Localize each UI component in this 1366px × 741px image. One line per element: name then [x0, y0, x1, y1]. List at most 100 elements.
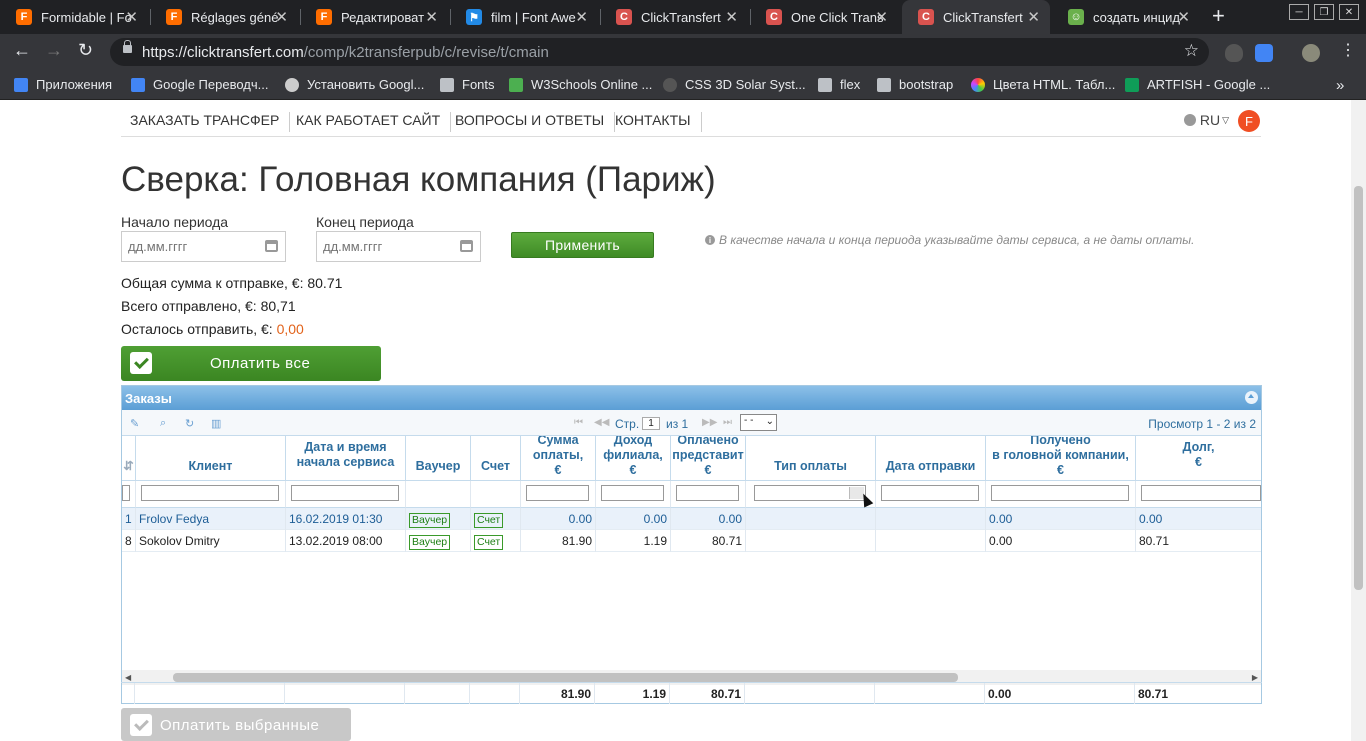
bookmark-item[interactable]: flex [818, 77, 860, 92]
browser-tab[interactable]: C ClickTransfert ✕ [600, 0, 748, 34]
page-scroll-thumb[interactable] [1354, 186, 1363, 590]
url-text[interactable]: https://clicktransfert.com/comp/k2transf… [142, 44, 549, 61]
col-paytype[interactable]: Тип оплаты [746, 436, 876, 481]
start-date-field[interactable] [121, 231, 286, 262]
filter-received-input[interactable] [991, 485, 1129, 501]
close-tab-icon[interactable]: ✕ [575, 8, 588, 26]
bookmark-item[interactable]: bootstrap [877, 77, 953, 92]
browser-tab[interactable]: F Редактироват ✕ [300, 0, 448, 34]
last-page-icon[interactable]: ⏭ [723, 417, 732, 428]
col-paid[interactable]: Оплачено представит € [671, 436, 746, 481]
bookmark-item[interactable]: CSS 3D Solar Syst... [663, 77, 806, 92]
close-tab-icon[interactable]: ✕ [275, 8, 288, 26]
close-tab-icon[interactable]: ✕ [125, 8, 138, 26]
filter-datetime-input[interactable] [291, 485, 399, 501]
browser-tab[interactable]: C One Click Trans ✕ [750, 0, 898, 34]
address-bar[interactable]: https://clicktransfert.com/comp/k2transf… [110, 38, 1209, 66]
close-tab-icon[interactable]: ✕ [725, 8, 738, 26]
close-window-icon[interactable]: ✕ [1339, 4, 1359, 20]
close-tab-icon[interactable]: ✕ [1177, 8, 1190, 26]
start-date-input[interactable] [122, 232, 252, 260]
browser-tab[interactable]: ⚑ film | Font Awe ✕ [450, 0, 598, 34]
browser-tab[interactable]: F Réglages géné ✕ [150, 0, 298, 34]
language-selector[interactable]: RU ▽ [1183, 112, 1229, 128]
col-income[interactable]: Доход филиала, € [596, 436, 671, 481]
more-bookmarks-icon[interactable]: » [1336, 77, 1344, 94]
col-debt[interactable]: Долг, € [1136, 436, 1261, 481]
refresh-icon[interactable]: ↻ [185, 417, 197, 430]
rows-per-page-select[interactable]: - - ⌄ [740, 414, 777, 431]
user-avatar[interactable]: F [1238, 110, 1260, 132]
voucher-link[interactable]: Ваучер [409, 513, 451, 528]
browser-tab[interactable]: ☺ создать инцид ✕ [1052, 0, 1200, 34]
minimize-window-icon[interactable]: ─ [1289, 4, 1309, 20]
columns-icon[interactable]: ▥ [211, 417, 223, 430]
nav-order-transfer[interactable]: ЗАКАЗАТЬ ТРАНСФЕР [130, 112, 291, 132]
bookmark-item[interactable]: Fonts [440, 77, 495, 92]
calendar-icon[interactable] [265, 240, 278, 252]
bookmark-item[interactable]: ARTFISH - Google ... [1125, 77, 1270, 92]
bookmark-item[interactable]: Установить Googl... [285, 77, 424, 92]
next-page-icon[interactable]: ▶▶ [702, 417, 717, 428]
invoice-link[interactable]: Счет [474, 513, 504, 528]
calendar-icon[interactable] [460, 240, 473, 252]
s-extension-icon[interactable] [1255, 44, 1273, 62]
collapse-grid-icon[interactable] [1245, 391, 1258, 404]
scroll-right-icon[interactable]: ▶ [1252, 673, 1258, 682]
pay-all-button[interactable]: Оплатить все [121, 346, 381, 381]
shield-extension-icon[interactable] [1225, 44, 1243, 62]
nav-how-it-works[interactable]: КАК РАБОТАЕТ САЙТ [296, 112, 452, 132]
filter-income-input[interactable] [601, 485, 664, 501]
filter-client-input[interactable] [141, 485, 279, 501]
close-tab-icon[interactable]: ✕ [1027, 8, 1040, 26]
col-client[interactable]: Клиент [136, 436, 286, 481]
filter-paytype-select[interactable] [754, 485, 866, 501]
bookmark-item[interactable]: Приложения [14, 77, 112, 92]
invoice-link[interactable]: Счет [474, 535, 504, 550]
bookmark-item[interactable]: Цвета HTML. Табл... [971, 77, 1115, 92]
voucher-link[interactable]: Ваучер [409, 535, 451, 550]
col-received[interactable]: Получено в головной компании, € [986, 436, 1136, 481]
reload-icon[interactable]: ↻ [78, 40, 93, 61]
forward-arrow-icon[interactable]: → [45, 40, 63, 61]
close-tab-icon[interactable]: ✕ [875, 8, 888, 26]
table-row[interactable]: 1 Frolov Fedya 16.02.2019 01:30 Ваучер С… [122, 508, 1261, 530]
restore-window-icon[interactable]: ❐ [1314, 4, 1334, 20]
bookmark-star-icon[interactable]: ☆ [1184, 41, 1199, 61]
search-icon[interactable]: ⌕ [160, 417, 172, 429]
page-number-input[interactable]: 1 [642, 417, 660, 430]
col-sentdate[interactable]: Дата отправки [876, 436, 986, 481]
filter-debt-input[interactable] [1141, 485, 1261, 501]
sort-arrow-icon[interactable]: ⇵ [122, 436, 136, 481]
grid-scroll-thumb[interactable] [173, 673, 958, 682]
bookmark-item[interactable]: W3Schools Online ... [509, 77, 652, 92]
nav-faq[interactable]: ВОПРОСЫ И ОТВЕТЫ [455, 112, 616, 132]
back-arrow-icon[interactable]: ← [13, 40, 31, 61]
col-sum[interactable]: Сумма оплаты, € [521, 436, 596, 481]
end-date-field[interactable] [316, 231, 481, 262]
edit-pencil-icon[interactable]: ✎ [130, 417, 142, 430]
prev-page-icon[interactable]: ◀◀ [594, 417, 609, 428]
page-scrollbar[interactable] [1351, 100, 1366, 741]
filter-sentdate-input[interactable] [881, 485, 979, 501]
profile-avatar[interactable] [1302, 44, 1320, 62]
table-row[interactable]: 8 Sokolov Dmitry 13.02.2019 08:00 Ваучер… [122, 530, 1261, 552]
end-date-input[interactable] [317, 232, 447, 260]
pay-selected-button[interactable]: Оплатить выбранные [121, 708, 351, 741]
close-tab-icon[interactable]: ✕ [425, 8, 438, 26]
filter-sum-input[interactable] [526, 485, 589, 501]
browser-tab-active[interactable]: C ClickTransfert ✕ [902, 0, 1050, 34]
nav-contacts[interactable]: КОНТАКТЫ [615, 112, 702, 132]
first-page-icon[interactable]: ⏮ [574, 417, 583, 428]
menu-dots-icon[interactable]: ⋮ [1340, 40, 1356, 60]
col-voucher[interactable]: Ваучер [406, 436, 471, 481]
filter-id-input[interactable] [122, 485, 130, 501]
bookmark-item[interactable]: Google Переводч... [131, 77, 268, 92]
browser-tab[interactable]: F Formidable | Fo ✕ [0, 0, 148, 34]
col-invoice[interactable]: Счет [471, 436, 521, 481]
new-tab-icon[interactable]: + [1212, 3, 1225, 29]
filter-paid-input[interactable] [676, 485, 739, 501]
col-datetime[interactable]: Дата и время начала сервиса [286, 436, 406, 481]
scroll-left-icon[interactable]: ◀ [125, 673, 131, 682]
apply-button[interactable]: Применить [511, 232, 654, 258]
